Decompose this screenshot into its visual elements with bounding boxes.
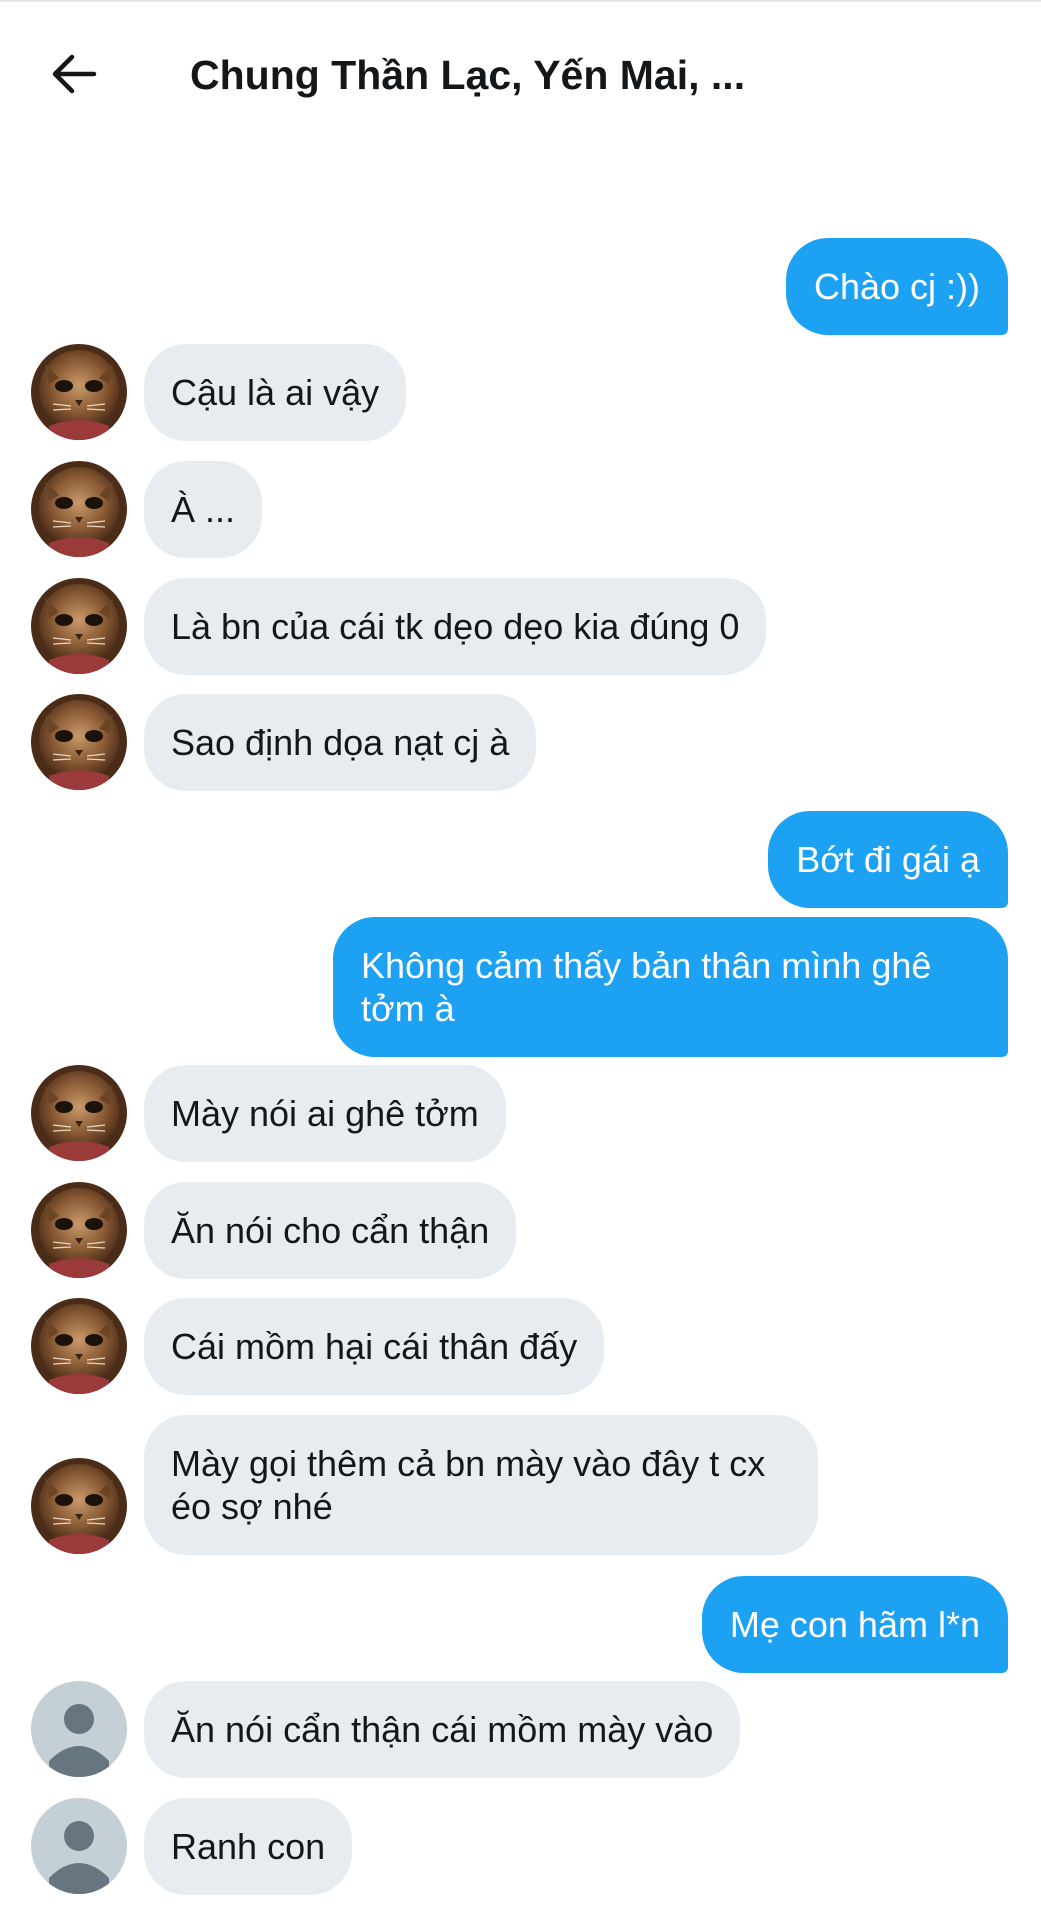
message-text: Mẹ con hãm l*n <box>729 1604 980 1645</box>
message-text: Cái mồm hại cái thân đấy <box>171 1326 578 1367</box>
outgoing-message[interactable]: Bớt đi gái ạ <box>768 811 1008 908</box>
default-user-avatar[interactable] <box>31 1681 127 1777</box>
incoming-message[interactable]: Cậu là ai vậy <box>144 344 407 441</box>
default-user-avatar[interactable] <box>31 1798 127 1894</box>
outgoing-message[interactable]: Không cảm thấy bản thân mình ghê tởm à <box>333 917 1008 1057</box>
outgoing-message[interactable]: Chào cj :)) <box>785 238 1008 335</box>
message-text: Ăn nói cho cẩn thận <box>171 1210 490 1251</box>
message-text: Chào cj :)) <box>813 266 980 307</box>
back-button[interactable] <box>44 46 104 102</box>
message-text: Mày gọi thêm cả bn mày vào đây t cx éo s… <box>171 1443 766 1527</box>
cat-avatar[interactable] <box>31 578 127 674</box>
outgoing-message[interactable]: Mẹ con hãm l*n <box>701 1576 1008 1673</box>
cat-avatar[interactable] <box>31 344 127 440</box>
message-text: Cậu là ai vậy <box>171 372 380 413</box>
incoming-message[interactable]: Ăn nói cẩn thận cái mồm mày vào <box>144 1681 741 1778</box>
arrow-left-icon <box>52 54 97 94</box>
message-text: Là bn của cái tk dẹo dẹo kia đúng 0 <box>171 606 740 647</box>
incoming-message[interactable]: Cái mồm hại cái thân đấy <box>144 1298 605 1395</box>
cat-avatar[interactable] <box>31 1458 127 1554</box>
incoming-message[interactable]: Mày gọi thêm cả bn mày vào đây t cx éo s… <box>144 1415 818 1555</box>
message-text: À ... <box>171 489 236 530</box>
incoming-message[interactable]: Mày nói ai ghê tởm <box>144 1065 506 1162</box>
message-text: Sao định dọa nạt cj à <box>171 722 510 763</box>
message-text: Không cảm thấy bản thân mình ghê tởm à <box>361 945 932 1029</box>
incoming-message[interactable]: À ... <box>144 461 263 558</box>
cat-avatar[interactable] <box>31 694 127 790</box>
message-text: Bớt đi gái ạ <box>796 839 980 880</box>
conversation-title[interactable]: Chung Thần Lạc, Yến Mai, ... <box>190 48 745 102</box>
cat-avatar[interactable] <box>31 1182 127 1278</box>
cat-avatar[interactable] <box>31 461 127 557</box>
message-text: Mày nói ai ghê tởm <box>171 1093 479 1134</box>
cat-avatar[interactable] <box>31 1065 127 1161</box>
cat-avatar[interactable] <box>31 1298 127 1394</box>
incoming-message[interactable]: Ranh con <box>144 1798 353 1895</box>
message-text: Ăn nói cẩn thận cái mồm mày vào <box>171 1709 714 1750</box>
conversation-header: Chung Thần Lạc, Yến Mai, ... <box>0 0 1041 150</box>
incoming-message[interactable]: Là bn của cái tk dẹo dẹo kia đúng 0 <box>144 578 767 675</box>
incoming-message[interactable]: Ăn nói cho cẩn thận <box>144 1182 517 1279</box>
incoming-message[interactable]: Sao định dọa nạt cj à <box>144 694 537 791</box>
message-text: Ranh con <box>171 1826 326 1867</box>
